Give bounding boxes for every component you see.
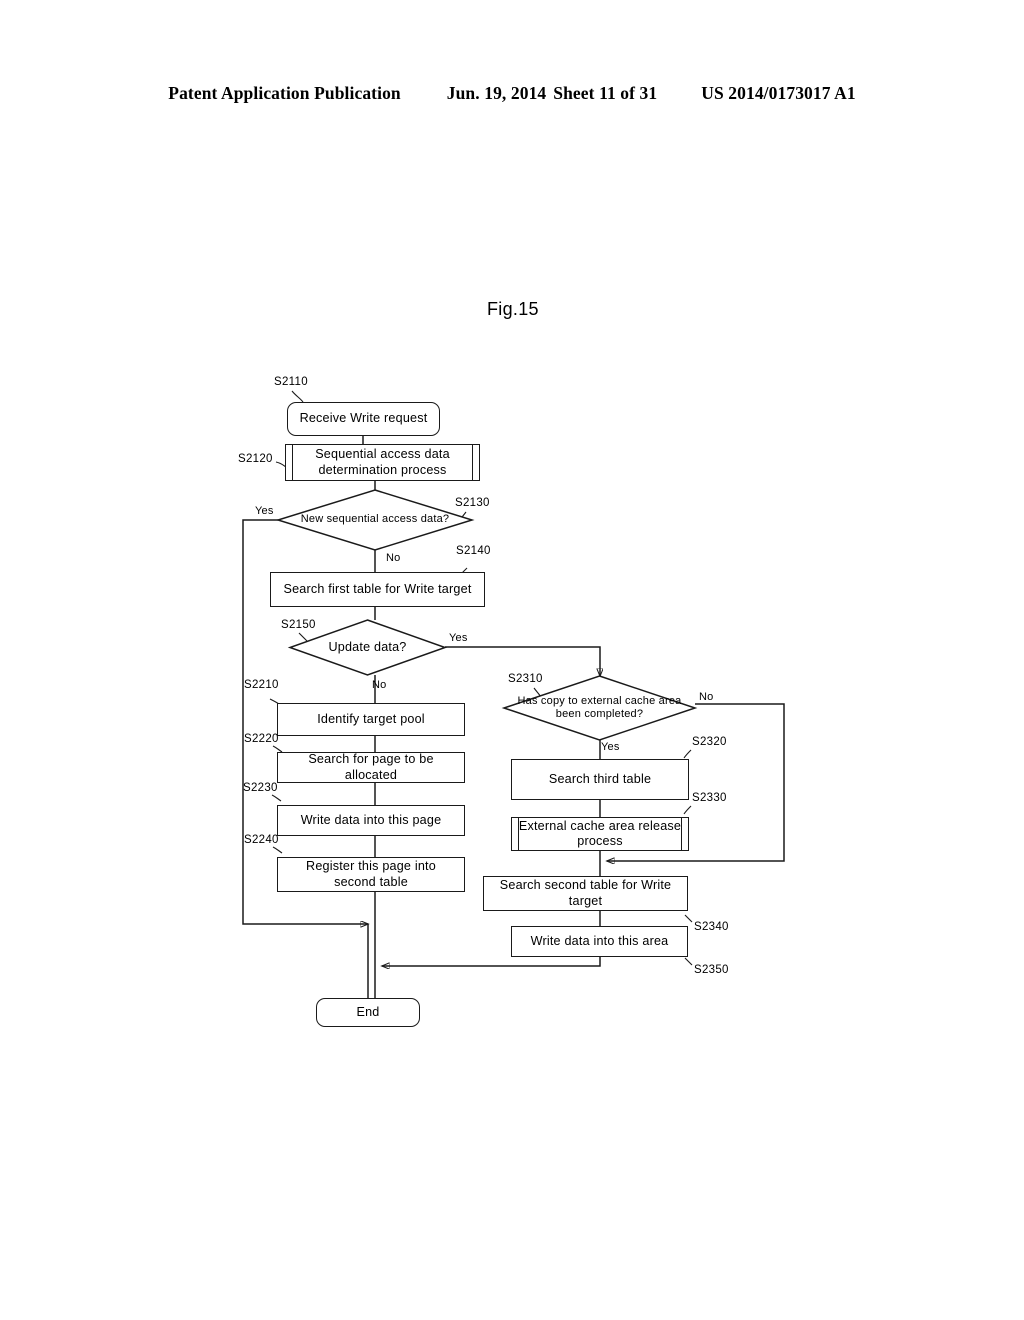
node-search-for-page-to-be-allocated[interactable]: Search for page to be allocated	[277, 752, 465, 783]
node-identify-target-pool[interactable]: Identify target pool	[277, 703, 465, 736]
step-label-s2230: S2230	[243, 782, 278, 794]
node-end[interactable]: End	[316, 998, 420, 1027]
node-write-data-into-this-area[interactable]: Write data into this area	[511, 926, 688, 957]
node-has-copy-to-external-cache-area-been-completed-decision[interactable]: Has copy to external cache area been com…	[501, 675, 698, 741]
node-label: Identify target pool	[317, 711, 425, 726]
step-label-s2310: S2310	[508, 673, 543, 685]
branch-label-s2310-yes: Yes	[601, 741, 620, 753]
branch-label-s2150-yes: Yes	[449, 632, 468, 644]
branch-label-s2310-no: No	[699, 691, 714, 703]
node-label: End	[356, 1004, 380, 1019]
node-receive-write-request[interactable]: Receive Write request	[287, 402, 440, 436]
step-label-s2150: S2150	[281, 619, 316, 631]
node-label: Has copy to external cache area been com…	[517, 694, 682, 720]
branch-label-s2130-yes: Yes	[255, 505, 274, 517]
node-label: Write data into this area	[530, 933, 669, 948]
node-label: Search second table for Write target	[499, 878, 672, 908]
flowchart-diagram: Receive Write request Sequential access …	[0, 0, 1024, 1320]
node-sequential-access-data-determination-process[interactable]: Sequential access data determination pro…	[285, 444, 480, 481]
node-search-third-table[interactable]: Search third table	[511, 759, 689, 800]
node-label: Write data into this page	[300, 812, 442, 827]
node-label: External cache area release process	[518, 818, 682, 848]
node-write-data-into-this-page[interactable]: Write data into this page	[277, 805, 465, 836]
step-label-s2130: S2130	[455, 497, 490, 509]
node-label: Search first table for Write target	[283, 581, 472, 596]
node-label: New sequential access data?	[300, 513, 450, 526]
node-search-first-table-for-write-target[interactable]: Search first table for Write target	[270, 572, 485, 607]
node-new-sequential-access-data-decision[interactable]: New sequential access data?	[275, 489, 475, 551]
step-label-s2220: S2220	[244, 733, 279, 745]
node-search-second-table-for-write-target[interactable]: Search second table for Write target	[483, 876, 688, 911]
step-label-s2330: S2330	[692, 792, 727, 804]
step-label-s2210: S2210	[244, 679, 279, 691]
node-label: Sequential access data determination pro…	[315, 447, 450, 477]
node-label: Search for page to be allocated	[308, 752, 434, 782]
node-label: Receive Write request	[299, 411, 428, 426]
node-external-cache-area-release-process[interactable]: External cache area release process	[511, 817, 689, 851]
step-label-s2120: S2120	[238, 453, 273, 465]
step-label-s2350: S2350	[694, 964, 729, 976]
step-label-s2340: S2340	[694, 921, 729, 933]
node-label: Search third table	[548, 771, 652, 786]
step-label-s2240: S2240	[244, 834, 279, 846]
step-label-s2110: S2110	[274, 376, 308, 388]
flowchart-step-leaders	[269, 390, 693, 966]
node-label: Register this page into second table	[306, 859, 436, 889]
branch-label-s2150-no: No	[372, 679, 387, 691]
step-label-s2320: S2320	[692, 736, 727, 748]
branch-label-s2130-no: No	[386, 552, 401, 564]
node-register-this-page-into-second-table[interactable]: Register this page into second table	[277, 857, 465, 892]
step-label-s2140: S2140	[456, 545, 491, 557]
